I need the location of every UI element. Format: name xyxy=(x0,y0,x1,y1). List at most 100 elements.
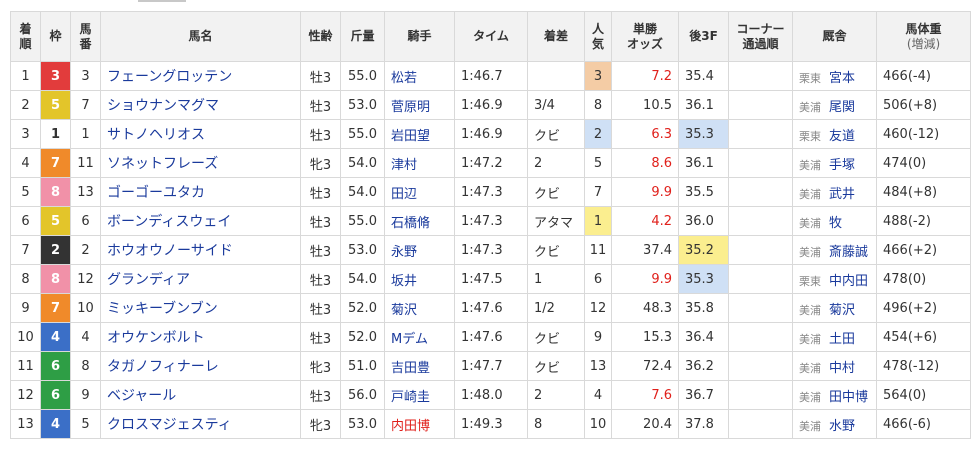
jockey-link[interactable]: 坂井 xyxy=(391,274,417,289)
jockey-cell: Mデム xyxy=(384,322,455,352)
horse-name-link[interactable]: フェーングロッテン xyxy=(107,69,232,85)
trainer-cell: 美浦 手塚 xyxy=(792,148,877,178)
umaban-cell: 6 xyxy=(70,206,101,236)
header-horse-name[interactable]: 馬名 xyxy=(100,11,301,62)
jockey-link[interactable]: 石橋脩 xyxy=(391,216,430,231)
header-rank[interactable]: 着順 xyxy=(10,11,41,62)
jockey-link[interactable]: 津村 xyxy=(391,158,417,173)
corner-cell xyxy=(728,293,793,323)
corner-cell xyxy=(728,322,793,352)
waku-cell: 8 xyxy=(40,264,71,294)
horse-name-link[interactable]: クロスマジェスティ xyxy=(107,417,232,433)
jockey-link[interactable]: 菅原明 xyxy=(391,100,430,115)
umaban-cell: 11 xyxy=(70,148,101,178)
horse-name-link[interactable]: オウケンボルト xyxy=(107,330,205,346)
header-stable[interactable]: 厩舎 xyxy=(792,11,877,62)
region-label: 美浦 xyxy=(799,419,821,433)
odds-cell: 15.3 xyxy=(611,322,679,352)
sex-age-cell: 牡3 xyxy=(300,380,341,410)
horse-name-cell: グランディア xyxy=(100,264,301,294)
header-time[interactable]: タイム xyxy=(454,11,528,62)
odds-cell: 7.6 xyxy=(611,380,679,410)
jockey-link[interactable]: Mデム xyxy=(391,332,428,347)
trainer-link[interactable]: 武井 xyxy=(829,187,855,202)
header-weight[interactable]: 斤量 xyxy=(340,11,385,62)
umaban-cell: 10 xyxy=(70,293,101,323)
time-cell: 1:47.3 xyxy=(454,206,528,236)
trainer-link[interactable]: 友道 xyxy=(829,129,855,144)
jockey-link[interactable]: 永野 xyxy=(391,245,417,260)
header-sex-age[interactable]: 性齢 xyxy=(300,11,341,62)
corner-cell xyxy=(728,90,793,120)
horse-name-link[interactable]: グランディア xyxy=(107,272,190,288)
time-cell: 1:49.3 xyxy=(454,409,528,439)
horse-name-cell: クロスマジェスティ xyxy=(100,409,301,439)
horse-name-link[interactable]: タガノフィナーレ xyxy=(107,359,219,375)
umaban-cell: 12 xyxy=(70,264,101,294)
jockey-link[interactable]: 菊沢 xyxy=(391,303,417,318)
table-row: 5 8 13 ゴーゴーユタカ 牡3 54.0 田辺 1:47.3 クビ 7 9.9 35.5 美浦 武井 4… xyxy=(10,177,971,207)
horse-name-cell: ゴーゴーユタカ xyxy=(100,177,301,207)
table-row: 4 7 11 ソネットフレーズ 牝3 54.0 津村 1:47.2 2 5 8.6 36.1 美浦 手塚 4… xyxy=(10,148,971,178)
header-bodyweight[interactable]: 馬体重 (増減) xyxy=(876,11,971,62)
header-waku[interactable]: 枠 xyxy=(40,11,71,62)
horse-name-cell: ミッキーブンブン xyxy=(100,293,301,323)
time-cell: 1:47.6 xyxy=(454,322,528,352)
header-popularity[interactable]: 人気 xyxy=(584,11,612,62)
horse-name-link[interactable]: サトノヘリオス xyxy=(107,127,205,143)
rank-cell: 4 xyxy=(10,148,41,178)
header-jockey[interactable]: 騎手 xyxy=(384,11,455,62)
header-last3f[interactable]: 後3F xyxy=(678,11,729,62)
trainer-link[interactable]: 中村 xyxy=(829,361,855,376)
region-label: 美浦 xyxy=(799,158,821,172)
bodyweight-cell: 506(+8) xyxy=(876,90,971,120)
trainer-cell: 美浦 尾関 xyxy=(792,90,877,120)
horse-name-link[interactable]: ショウナンマグマ xyxy=(107,98,219,114)
table-row: 3 1 1 サトノヘリオス 牡3 55.0 岩田望 1:46.9 クビ 2 6.3 35.3 栗東 友道 4… xyxy=(10,119,971,149)
horse-name-link[interactable]: ベジャール xyxy=(107,388,176,404)
trainer-link[interactable]: 斎藤誠 xyxy=(829,245,868,260)
horse-name-link[interactable]: ボーンディスウェイ xyxy=(107,214,231,230)
odds-cell: 37.4 xyxy=(611,235,679,265)
rank-cell: 10 xyxy=(10,322,41,352)
weight-cell: 53.0 xyxy=(340,235,385,265)
umaban-cell: 8 xyxy=(70,351,101,381)
jockey-link[interactable]: 内田博 xyxy=(391,419,430,434)
horse-name-link[interactable]: ミッキーブンブン xyxy=(107,301,218,317)
jockey-cell: 松若 xyxy=(384,61,455,91)
time-cell: 1:47.3 xyxy=(454,177,528,207)
jockey-link[interactable]: 田辺 xyxy=(391,187,417,202)
waku-cell: 4 xyxy=(40,322,71,352)
weight-cell: 51.0 xyxy=(340,351,385,381)
horse-name-link[interactable]: ゴーゴーユタカ xyxy=(107,185,205,201)
trainer-link[interactable]: 田中博 xyxy=(829,390,868,405)
trainer-cell: 美浦 田中博 xyxy=(792,380,877,410)
trainer-link[interactable]: 菊沢 xyxy=(829,303,855,318)
horse-name-link[interactable]: ソネットフレーズ xyxy=(107,156,218,172)
trainer-link[interactable]: 手塚 xyxy=(829,158,855,173)
last3f-cell: 35.3 xyxy=(678,264,729,294)
trainer-link[interactable]: 中内田 xyxy=(829,274,868,289)
trainer-link[interactable]: 水野 xyxy=(829,419,855,434)
corner-cell xyxy=(728,177,793,207)
sex-age-cell: 牡3 xyxy=(300,293,341,323)
odds-cell: 9.9 xyxy=(611,264,679,294)
jockey-link[interactable]: 松若 xyxy=(391,71,417,86)
trainer-link[interactable]: 牧 xyxy=(829,216,842,231)
jockey-link[interactable]: 戸崎圭 xyxy=(391,390,430,405)
trainer-link[interactable]: 土田 xyxy=(829,332,855,347)
jockey-cell: 石橋脩 xyxy=(384,206,455,236)
last3f-cell: 36.1 xyxy=(678,90,729,120)
sex-age-cell: 牝3 xyxy=(300,351,341,381)
waku-cell: 4 xyxy=(40,409,71,439)
header-margin[interactable]: 着差 xyxy=(527,11,585,62)
header-odds[interactable]: 単勝 オッズ xyxy=(611,11,679,62)
header-umaban[interactable]: 馬番 xyxy=(70,11,101,62)
margin-cell: クビ xyxy=(527,119,585,149)
header-corner[interactable]: コーナー 通過順 xyxy=(728,11,793,62)
trainer-link[interactable]: 尾関 xyxy=(829,100,855,115)
jockey-link[interactable]: 岩田望 xyxy=(391,129,430,144)
jockey-link[interactable]: 吉田豊 xyxy=(391,361,430,376)
horse-name-link[interactable]: ホウオウノーサイド xyxy=(107,243,233,259)
trainer-link[interactable]: 宮本 xyxy=(829,71,855,86)
